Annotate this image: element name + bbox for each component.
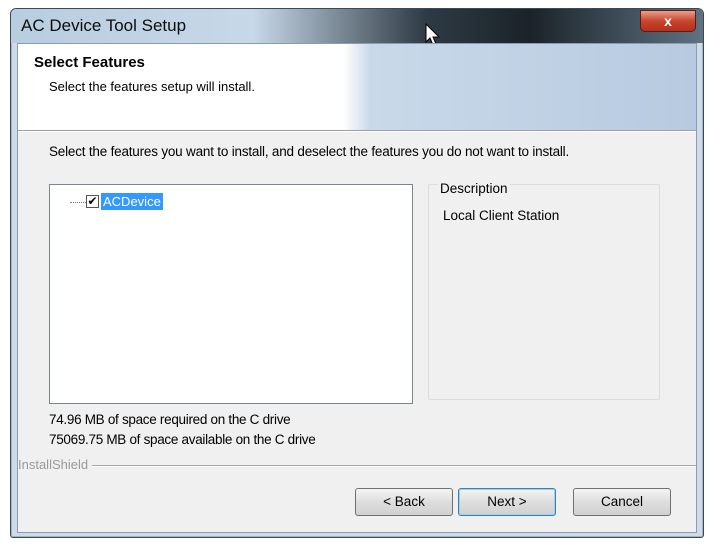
next-button[interactable]: Next > bbox=[458, 488, 556, 516]
close-icon: x bbox=[664, 13, 672, 29]
cancel-button[interactable]: Cancel bbox=[573, 488, 671, 516]
feature-tree[interactable]: ✔ ACDevice bbox=[49, 184, 413, 404]
instruction-text: Select the features you want to install,… bbox=[49, 144, 570, 159]
installshield-divider bbox=[18, 465, 696, 467]
installshield-label: InstallShield bbox=[18, 457, 93, 472]
title-bar[interactable]: AC Device Tool Setup x bbox=[11, 9, 703, 43]
page-title: Select Features bbox=[34, 54, 145, 71]
setup-window: AC Device Tool Setup x Select Features S… bbox=[10, 8, 704, 538]
description-label: Description bbox=[438, 181, 510, 196]
dialog-body: Select Features Select the features setu… bbox=[17, 43, 697, 533]
back-button[interactable]: < Back bbox=[355, 488, 453, 516]
close-button[interactable]: x bbox=[640, 10, 696, 32]
feature-checkbox-acdevice[interactable]: ✔ bbox=[86, 195, 99, 208]
page-subtitle: Select the features setup will install. bbox=[49, 79, 255, 94]
header-banner: Select Features Select the features setu… bbox=[18, 44, 696, 130]
space-available-text: 75069.75 MB of space available on the C … bbox=[49, 432, 316, 447]
header-divider bbox=[18, 130, 696, 132]
window-title: AC Device Tool Setup bbox=[21, 16, 187, 35]
space-required-text: 74.96 MB of space required on the C driv… bbox=[49, 412, 291, 427]
feature-item-acdevice[interactable]: ACDevice bbox=[101, 193, 163, 210]
tree-connector bbox=[70, 202, 86, 203]
description-text: Local Client Station bbox=[443, 208, 560, 223]
